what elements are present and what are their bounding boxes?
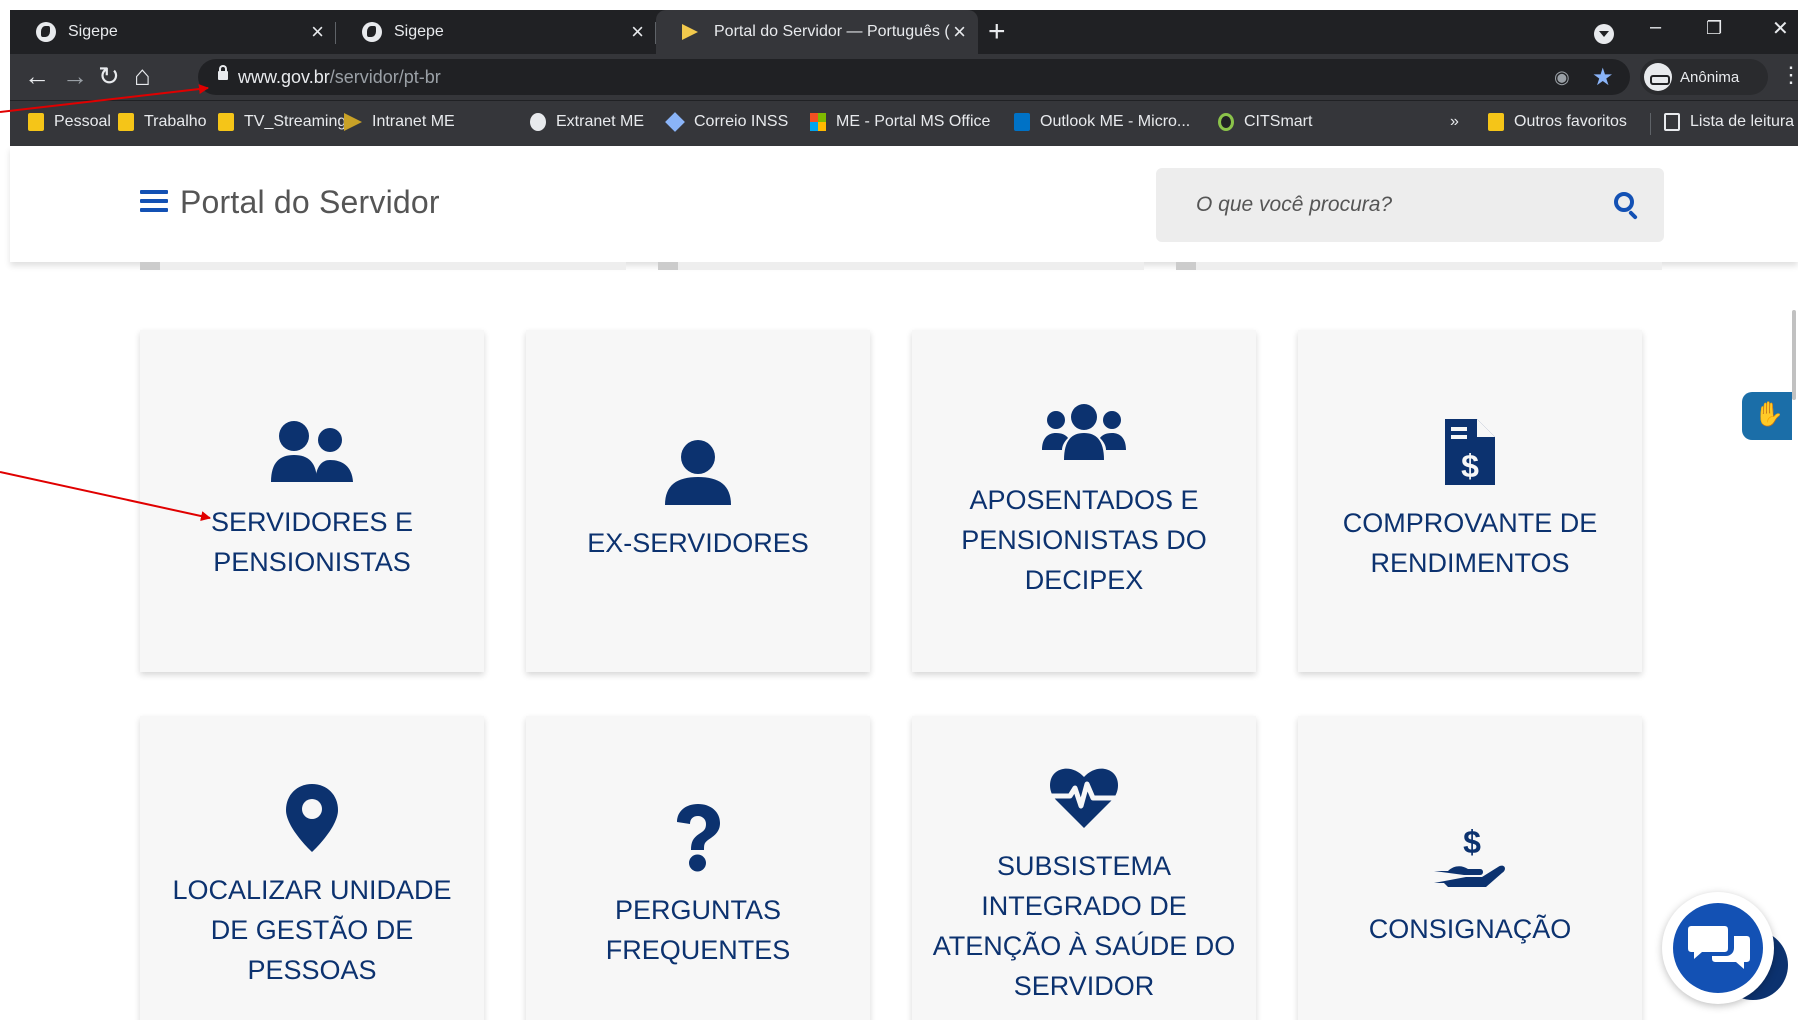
folder-icon [118,113,134,131]
browser-tab-sigepe-2[interactable]: Sigepe × [336,10,656,54]
reading-list-button[interactable]: Lista de leitura [1664,113,1794,131]
svg-text:$: $ [1463,825,1481,860]
chat-icon [1688,926,1750,969]
browser-menu-icon[interactable]: ⋮ [1780,62,1798,88]
site-header: Portal do Servidor [10,146,1798,262]
card-label: SERVIDORES E PENSIONISTAS [210,507,414,577]
heartbeat-icon [1050,768,1118,828]
tab-search-icon[interactable] [1594,24,1614,44]
vlibras-accessibility-button[interactable] [1742,392,1792,440]
close-tab-icon[interactable]: × [953,20,966,44]
bookmark-tv-streaming[interactable]: TV_Streaming [218,113,346,131]
close-tab-icon[interactable]: × [311,20,324,44]
citsmart-icon [1218,113,1234,131]
govbr-favicon-icon [682,22,702,42]
folder-icon [218,113,234,131]
url-text[interactable]: www.gov.br/servidor/pt-br [238,67,441,88]
bookmark-star-icon[interactable]: ★ [1592,63,1614,92]
bookmark-correio-inss[interactable]: Correio INSS [665,112,788,132]
bookmarks-overflow-button[interactable]: » [1450,113,1459,131]
svg-text:$: $ [1461,448,1479,484]
browser-toolbar: ← → ↻ ⌂ www.gov.br/servidor/pt-br ◉ ★ An… [10,54,1798,100]
profile-label: Anônima [1680,68,1740,86]
card-servidores-pensionistas[interactable]: SERVIDORES E PENSIONISTAS [140,330,484,672]
question-icon [677,804,720,872]
carousel-bar-3 [1176,262,1662,270]
globe-icon [36,22,56,42]
close-window-button[interactable]: ✕ [1772,16,1789,41]
card-label: APOSENTADOS E PENSIONISTAS DO DECIPEX [961,485,1207,595]
correio-icon [665,112,685,132]
card-label: CONSIGNAÇÃO [1368,914,1572,944]
folder-icon [28,113,44,131]
forward-button[interactable]: → [62,62,88,90]
bookmarks-bar: Pessoal Trabalho TV_Streaming Intranet M… [10,100,1798,146]
group-icon [1042,404,1126,460]
map-marker-icon [286,784,338,852]
card-perguntas-frequentes[interactable]: PERGUNTAS FREQUENTES [526,716,870,1020]
carousel-bar-2 [658,262,1144,270]
card-subsistema-saude[interactable]: SUBSISTEMA INTEGRADO DE ATENÇÃO À SAÚDE … [912,716,1256,1020]
screen: Sigepe × Sigepe × Portal do Servidor — P… [0,0,1798,1020]
close-tab-icon[interactable]: × [631,20,644,44]
hand-holding-dollar-icon: $ [1434,825,1505,887]
card-comprovante-rendimentos[interactable]: $ COMPROVANTE DE RENDIMENTOS [1298,330,1642,672]
lock-icon[interactable] [218,65,228,80]
bookmark-trabalho[interactable]: Trabalho [118,113,207,131]
search-icon[interactable] [1614,192,1634,212]
site-search [1156,168,1664,242]
chat-widget-button[interactable] [1662,892,1796,1020]
carousel-bar-1 [140,262,626,270]
tab-title: Sigepe [394,23,444,40]
site-title[interactable]: Portal do Servidor [180,184,440,221]
profile-button[interactable]: Anônima [1640,59,1768,95]
card-label: COMPROVANTE DE RENDIMENTOS [1342,508,1598,578]
menu-hamburger-icon[interactable] [140,190,168,212]
address-bar[interactable]: www.gov.br/servidor/pt-br ◉ ★ [198,59,1630,95]
reload-button[interactable]: ↻ [98,62,120,90]
browser-tab-portal-servidor[interactable]: Portal do Servidor — Português ( × [656,10,978,54]
card-label: SUBSISTEMA INTEGRADO DE ATENÇÃO À SAÚDE … [932,851,1236,1001]
bookmark-outlook-me[interactable]: Outlook ME - Micro... [1014,113,1190,131]
card-label: PERGUNTAS FREQUENTES [605,895,791,965]
card-label: LOCALIZAR UNIDADE DE GESTÃO DE PESSOAS [172,875,452,985]
new-tab-button[interactable]: + [988,17,1006,47]
back-button[interactable]: ← [24,62,50,90]
microsoft-icon [810,113,826,131]
bookmark-pessoal[interactable]: Pessoal [28,113,111,131]
search-input[interactable] [1196,188,1576,222]
tab-title: Sigepe [68,23,118,40]
card-aposentados-decipex[interactable]: APOSENTADOS E PENSIONISTAS DO DECIPEX [912,330,1256,672]
outlook-icon [1014,113,1030,131]
bookmark-outros-favoritos[interactable]: Outros favoritos [1488,113,1627,131]
bookmarks-divider [1650,113,1651,135]
users-icon [271,421,353,482]
file-invoice-dollar-icon: $ [1445,419,1495,485]
bookmark-portal-ms-office[interactable]: ME - Portal MS Office [810,113,990,131]
bookmark-citsmart[interactable]: CITSmart [1218,113,1312,131]
card-consignacao[interactable]: $ CONSIGNAÇÃO [1298,716,1642,1020]
intranet-icon [344,113,362,131]
user-icon [665,440,731,505]
eye-off-icon[interactable]: ◉ [1554,67,1570,88]
card-label: EX-SERVIDORES [587,528,809,558]
globe-icon [362,22,382,42]
card-localizar-unidade[interactable]: LOCALIZAR UNIDADE DE GESTÃO DE PESSOAS [140,716,484,1020]
browser-chrome: Sigepe × Sigepe × Portal do Servidor — P… [10,10,1798,146]
bookmark-extranet-me[interactable]: Extranet ME [530,113,644,131]
card-ex-servidores[interactable]: EX-SERVIDORES [526,330,870,672]
tab-strip: Sigepe × Sigepe × Portal do Servidor — P… [10,10,1798,54]
tab-title: Portal do Servidor — Português ( [714,23,950,40]
incognito-icon [1644,63,1672,91]
bookmark-intranet-me[interactable]: Intranet ME [344,113,455,131]
reading-list-icon [1664,113,1680,131]
wordpress-icon [530,113,546,131]
minimize-button[interactable]: – [1650,16,1661,39]
browser-tab-sigepe-1[interactable]: Sigepe × [10,10,336,54]
scrollbar-thumb[interactable] [1792,310,1796,400]
restore-button[interactable]: ❐ [1706,18,1722,39]
folder-icon [1488,113,1504,131]
home-button[interactable]: ⌂ [134,62,151,90]
